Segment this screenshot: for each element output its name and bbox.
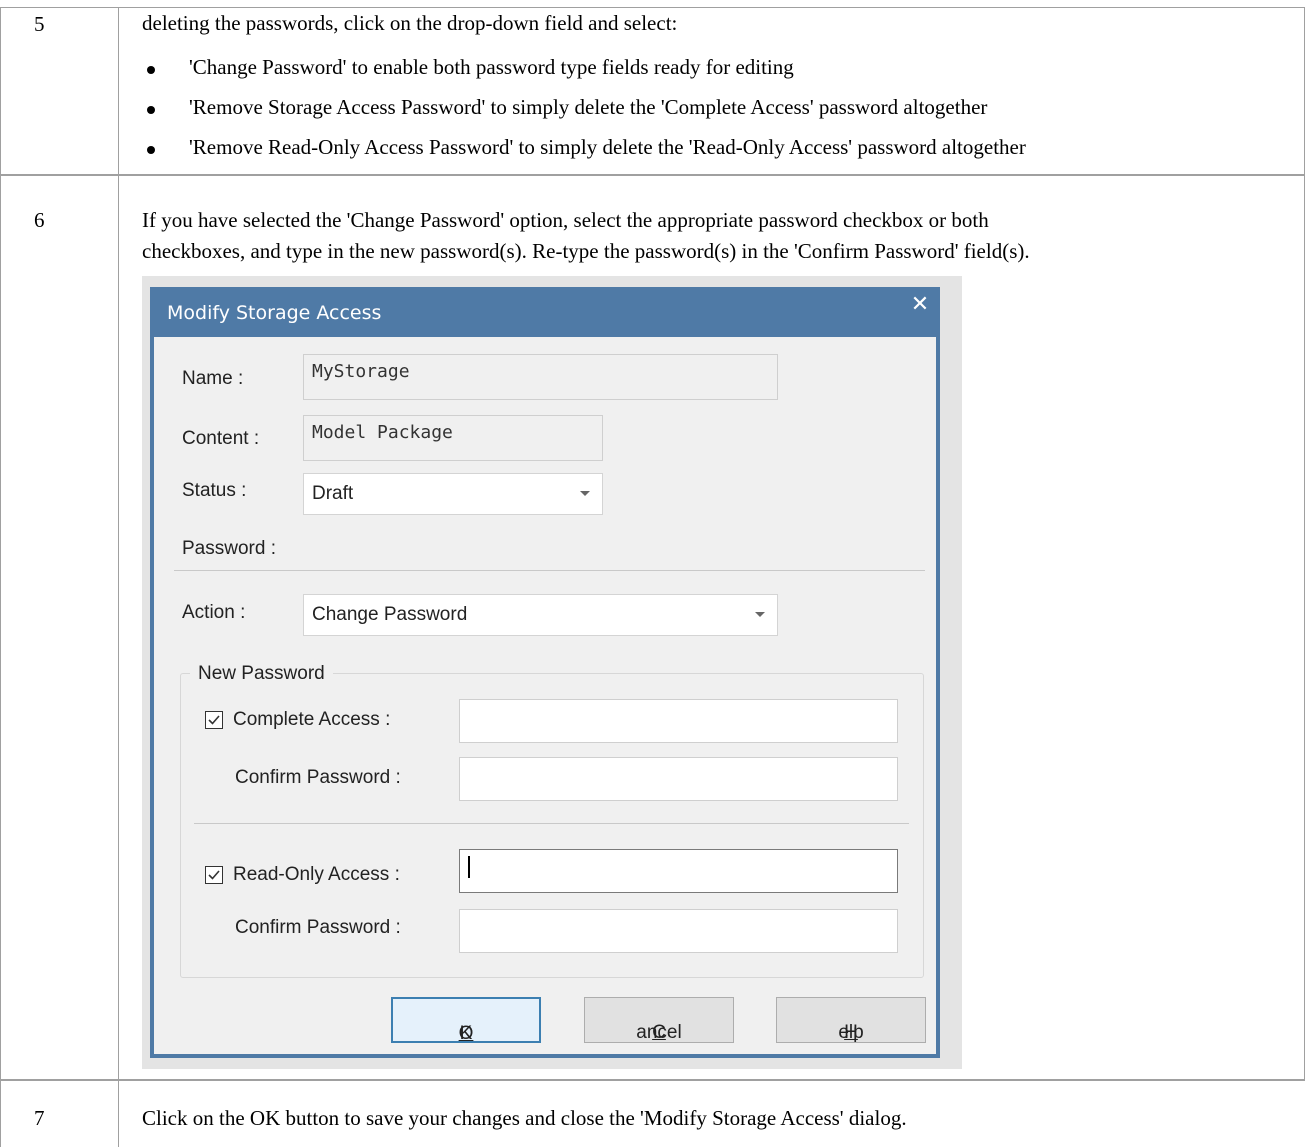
confirm-readonly-password-input[interactable] bbox=[459, 909, 898, 953]
bullet-icon bbox=[147, 146, 155, 154]
cancel-button[interactable]: Cancel bbox=[584, 997, 734, 1043]
step-text: deleting the passwords, click on the dro… bbox=[142, 11, 678, 35]
list-item-text: 'Remove Storage Access Password' to simp… bbox=[189, 95, 988, 119]
chevron-down-icon bbox=[755, 612, 765, 617]
confirm-complete-password-input[interactable] bbox=[459, 757, 898, 801]
content-value: Model Package bbox=[312, 422, 453, 443]
bullet-icon bbox=[147, 66, 155, 74]
complete-access-label[interactable]: Complete Access : bbox=[233, 709, 390, 731]
password-section-label: Password : bbox=[182, 538, 276, 559]
close-icon[interactable]: ✕ bbox=[908, 293, 932, 317]
action-dropdown[interactable]: Change Password bbox=[303, 594, 778, 636]
chevron-down-icon bbox=[580, 491, 590, 496]
step-text: Click on the OK button to save your chan… bbox=[142, 1106, 907, 1130]
step-number: 6 bbox=[34, 208, 45, 232]
dialog-body: Name : MyStorage Content : Model Package… bbox=[154, 337, 936, 1054]
confirm-password-label: Confirm Password : bbox=[235, 917, 401, 938]
dialog-title: Modify Storage Access bbox=[167, 302, 382, 324]
complete-access-checkbox[interactable] bbox=[205, 711, 223, 729]
name-value: MyStorage bbox=[312, 361, 410, 382]
checkmark-icon bbox=[208, 870, 220, 880]
table-left-border bbox=[0, 7, 1, 1147]
content-label: Content : bbox=[182, 428, 260, 449]
status-dropdown[interactable]: Draft bbox=[303, 473, 603, 515]
name-label: Name : bbox=[182, 368, 244, 389]
action-label: Action : bbox=[182, 602, 246, 623]
step-text: If you have selected the 'Change Passwor… bbox=[142, 208, 989, 232]
column-divider bbox=[118, 7, 119, 1147]
list-item-text: 'Change Password' to enable both passwor… bbox=[189, 55, 794, 79]
step-number: 5 bbox=[34, 12, 45, 36]
help-button[interactable]: Help bbox=[776, 997, 926, 1043]
modify-storage-access-dialog: Modify Storage Access ✕ Name : MyStorage… bbox=[150, 287, 940, 1058]
content-field: Model Package bbox=[303, 415, 603, 461]
readonly-access-input[interactable] bbox=[459, 849, 898, 893]
title-bar[interactable]: Modify Storage Access ✕ bbox=[150, 287, 940, 337]
status-value: Draft bbox=[312, 483, 354, 504]
status-label: Status : bbox=[182, 480, 247, 501]
step-text: checkboxes, and type in the new password… bbox=[142, 239, 1030, 263]
bullet-icon bbox=[147, 106, 155, 114]
text-cursor bbox=[468, 856, 470, 878]
confirm-password-label: Confirm Password : bbox=[235, 767, 401, 788]
checkmark-icon bbox=[208, 715, 220, 725]
section-divider bbox=[174, 570, 925, 571]
group-divider bbox=[194, 823, 909, 824]
action-value: Change Password bbox=[312, 604, 468, 625]
ok-button[interactable]: OK bbox=[391, 997, 541, 1044]
name-field: MyStorage bbox=[303, 354, 778, 400]
row-border bbox=[0, 1079, 1305, 1081]
step-number: 7 bbox=[34, 1106, 45, 1130]
row-border bbox=[0, 174, 1305, 176]
list-item-text: 'Remove Read-Only Access Password' to si… bbox=[189, 135, 1026, 159]
complete-access-input[interactable] bbox=[459, 699, 898, 743]
readonly-access-label[interactable]: Read-Only Access : bbox=[233, 864, 400, 886]
new-password-group-label: New Password bbox=[190, 663, 333, 685]
readonly-access-checkbox[interactable] bbox=[205, 866, 223, 884]
